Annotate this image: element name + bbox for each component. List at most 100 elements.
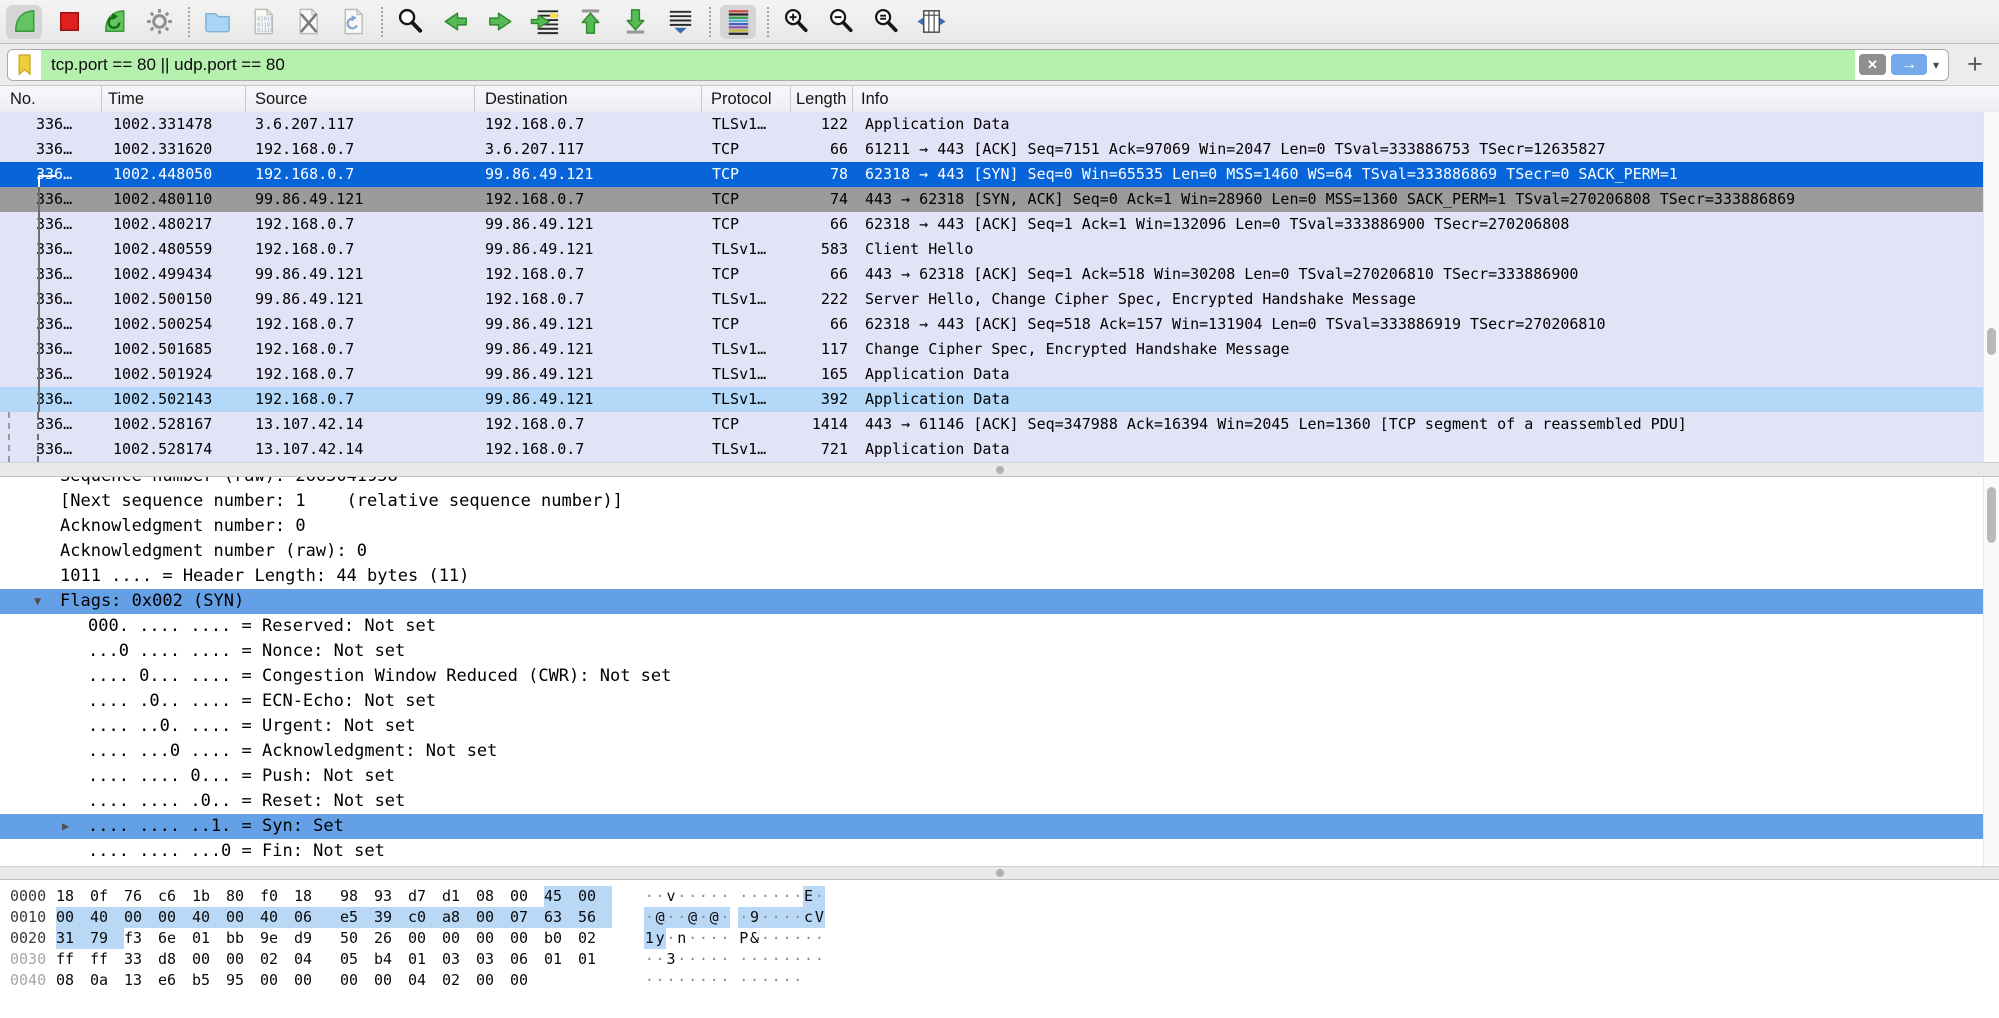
packet-row[interactable]: 336…1002.50015099.86.49.121192.168.0.7TL… <box>0 287 1984 312</box>
go-to-packet-button[interactable] <box>527 5 563 39</box>
detail-row[interactable]: .... ...0 .... = Acknowledgment: Not set <box>0 739 1999 764</box>
stop-capture-button[interactable] <box>51 5 87 39</box>
go-top-button[interactable] <box>572 5 608 39</box>
cell-source: 99.86.49.121 <box>246 287 475 312</box>
auto-scroll-button[interactable] <box>662 5 698 39</box>
colorize-packets-button[interactable] <box>720 5 756 39</box>
column-header-info[interactable]: Info <box>853 86 1999 112</box>
detail-row[interactable]: 000. .... .... = Reserved: Not set <box>0 614 1999 639</box>
capture-options-button[interactable] <box>141 5 177 39</box>
detail-row[interactable]: .... .0.. .... = ECN-Echo: Not set <box>0 689 1999 714</box>
detail-row[interactable]: Acknowledgment number: 0 <box>0 514 1999 539</box>
ascii-char: · <box>644 949 655 970</box>
zoom-reset-button[interactable] <box>868 5 904 39</box>
packet-row[interactable]: 336…1002.49943499.86.49.121192.168.0.7TC… <box>0 262 1984 287</box>
packet-row[interactable]: 336…1002.48011099.86.49.121192.168.0.7TC… <box>0 187 1984 212</box>
go-top-icon <box>574 5 607 38</box>
ascii-char: @ <box>655 907 666 928</box>
restart-capture-button[interactable] <box>96 5 132 39</box>
hex-byte: 63 <box>544 907 578 928</box>
column-header-source[interactable]: Source <box>246 86 475 112</box>
packet-list-rows: 336…1002.3314783.6.207.117192.168.0.7TLS… <box>0 112 1984 462</box>
splitter-handle-icon <box>996 869 1004 877</box>
cell-protocol: TLSv1… <box>702 337 791 362</box>
hex-row[interactable]: 00100040000040004006e539c0a800076356·@··… <box>0 907 1999 928</box>
packet-row[interactable]: 336…1002.52817413.107.42.14192.168.0.7TL… <box>0 437 1984 462</box>
cell-no: 336… <box>0 137 102 162</box>
hex-byte: c6 <box>158 886 192 907</box>
detail-row[interactable]: .... .... 0... = Push: Not set <box>0 764 1999 789</box>
display-filter-field[interactable]: tcp.port == 80 || udp.port == 80 ✕ → ▾ <box>7 49 1949 81</box>
close-file-button[interactable] <box>289 5 325 39</box>
detail-row[interactable]: .... .... .0.. = Reset: Not set <box>0 789 1999 814</box>
detail-row[interactable]: ▼Flags: 0x002 (SYN) <box>0 589 1999 614</box>
filter-bookmark-icon[interactable] <box>8 50 41 80</box>
packet-row[interactable]: 336…1002.501924192.168.0.799.86.49.121TL… <box>0 362 1984 387</box>
packet-details-scrollbar-thumb[interactable] <box>1987 487 1996 543</box>
column-header-time[interactable]: Time <box>102 86 246 112</box>
detail-text: .... .... .0.. = Reset: Not set <box>88 791 405 811</box>
detail-row[interactable]: .... .... ...0 = Fin: Not set <box>0 839 1999 864</box>
hex-byte: b4 <box>374 949 408 970</box>
detail-row[interactable]: [Next sequence number: 1 (relative seque… <box>0 489 1999 514</box>
column-header-protocol[interactable]: Protocol <box>702 86 791 112</box>
hex-byte: 26 <box>374 928 408 949</box>
packet-row[interactable]: 336…1002.448050192.168.0.799.86.49.121TC… <box>0 162 1984 187</box>
reload-file-button[interactable] <box>334 5 370 39</box>
detail-text: Acknowledgment number: 0 <box>60 516 306 536</box>
ascii-char: · <box>803 949 814 970</box>
ascii-char: · <box>720 907 731 928</box>
resize-columns-button[interactable] <box>913 5 949 39</box>
zoom-in-button[interactable] <box>778 5 814 39</box>
column-header-destination[interactable]: Destination <box>475 86 702 112</box>
detail-row[interactable]: Acknowledgment number (raw): 0 <box>0 539 1999 564</box>
packet-details-scrollbar[interactable] <box>1983 477 1999 866</box>
packet-row[interactable]: 336…1002.480217192.168.0.799.86.49.121TC… <box>0 212 1984 237</box>
pane-splitter-top[interactable] <box>0 462 1999 477</box>
display-filter-input[interactable]: tcp.port == 80 || udp.port == 80 <box>41 50 1855 80</box>
start-capture-button[interactable] <box>6 5 42 39</box>
column-header-no[interactable]: No. <box>0 86 102 112</box>
hex-byte: 03 <box>442 949 476 970</box>
detail-row[interactable]: .... 0... .... = Congestion Window Reduc… <box>0 664 1999 689</box>
filter-history-dropdown[interactable]: ▾ <box>1933 58 1939 72</box>
hex-row[interactable]: 0030ffff33d80000020405b4010303060101··3·… <box>0 949 1999 970</box>
expander-open-icon[interactable]: ▼ <box>34 589 41 614</box>
go-bottom-button[interactable] <box>617 5 653 39</box>
filter-add-button[interactable]: + <box>1961 51 1989 79</box>
expander-closed-icon[interactable]: ▶ <box>62 814 69 839</box>
go-back-button[interactable] <box>437 5 473 39</box>
detail-row[interactable]: Sequence number (raw): 2665041958 <box>0 477 1999 489</box>
packet-row[interactable]: 336…1002.480559192.168.0.799.86.49.121TL… <box>0 237 1984 262</box>
cell-protocol: TCP <box>702 312 791 337</box>
detail-row[interactable]: ▶.... .... ..1. = Syn: Set <box>0 814 1999 839</box>
packet-list-scrollbar-thumb[interactable] <box>1987 328 1996 355</box>
zoom-out-button[interactable] <box>823 5 859 39</box>
save-file-button[interactable]: 010100110101110 <box>244 5 280 39</box>
find-packet-button[interactable] <box>392 5 428 39</box>
ascii-char: V <box>814 907 825 928</box>
hex-byte: 18 <box>294 886 340 907</box>
detail-row[interactable]: ...0 .... .... = Nonce: Not set <box>0 639 1999 664</box>
go-forward-button[interactable] <box>482 5 518 39</box>
hex-row[interactable]: 0040080a13e6b5950000000004020000········… <box>0 970 1999 991</box>
packet-row[interactable]: 336…1002.331620192.168.0.73.6.207.117TCP… <box>0 137 1984 162</box>
packet-list-scrollbar[interactable] <box>1983 112 1999 462</box>
packet-row[interactable]: 336…1002.500254192.168.0.799.86.49.121TC… <box>0 312 1984 337</box>
filter-clear-button[interactable]: ✕ <box>1859 54 1886 75</box>
detail-row[interactable]: .... ..0. .... = Urgent: Not set <box>0 714 1999 739</box>
cell-no: 336… <box>0 362 102 387</box>
packet-row[interactable]: 336…1002.52816713.107.42.14192.168.0.7TC… <box>0 412 1984 437</box>
pane-splitter-bottom[interactable] <box>0 866 1999 880</box>
packet-bytes-pane[interactable]: 0000180f76c61b80f0189893d7d108004500··v·… <box>0 880 1999 1018</box>
detail-row[interactable]: 1011 .... = Header Length: 44 bytes (11) <box>0 564 1999 589</box>
hex-row[interactable]: 00203179f36e01bb9ed9502600000000b0021y·n… <box>0 928 1999 949</box>
open-file-button[interactable] <box>199 5 235 39</box>
packet-row[interactable]: 336…1002.3314783.6.207.117192.168.0.7TLS… <box>0 112 1984 137</box>
hex-byte: 08 <box>476 886 510 907</box>
filter-apply-button[interactable]: → <box>1891 54 1927 75</box>
column-header-length[interactable]: Length <box>791 86 853 112</box>
hex-row[interactable]: 0000180f76c61b80f0189893d7d108004500··v·… <box>0 886 1999 907</box>
packet-row[interactable]: 336…1002.502143192.168.0.799.86.49.121TL… <box>0 387 1984 412</box>
packet-row[interactable]: 336…1002.501685192.168.0.799.86.49.121TL… <box>0 337 1984 362</box>
